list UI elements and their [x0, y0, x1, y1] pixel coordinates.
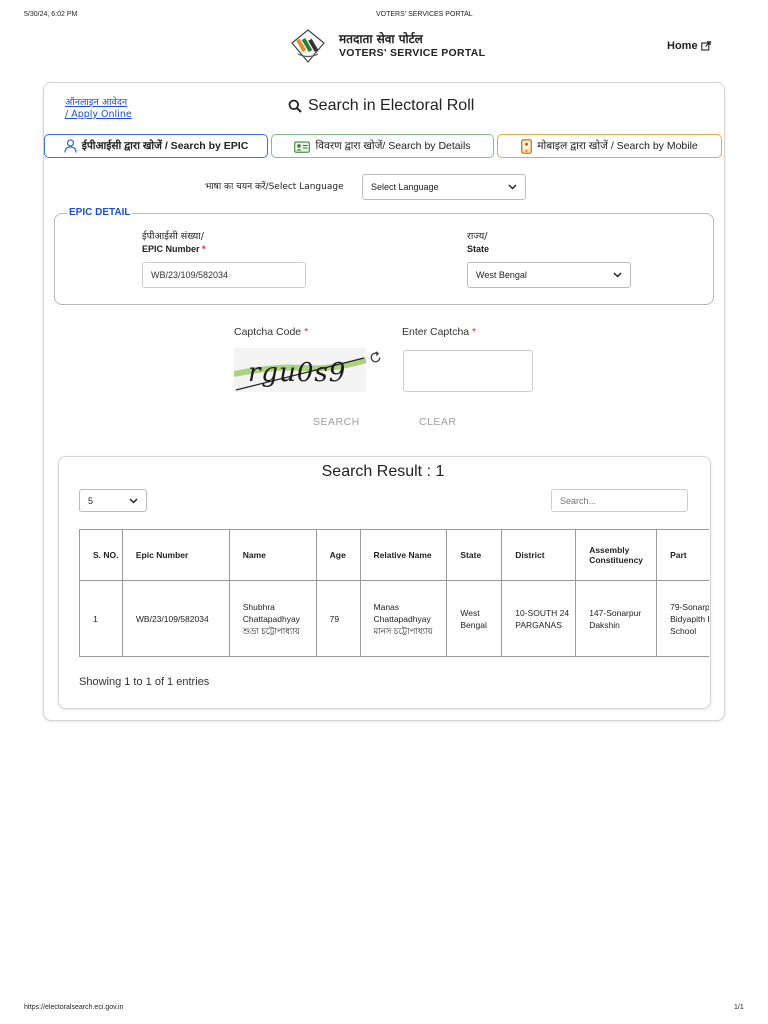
column-header[interactable]: Part — [656, 529, 709, 581]
results-table: S. NO. Epic Number Name Age Relative Nam… — [79, 529, 709, 657]
chevron-down-icon — [508, 184, 517, 190]
table-header-row: S. NO. Epic Number Name Age Relative Nam… — [79, 529, 709, 581]
column-header[interactable]: District — [501, 529, 577, 581]
search-result-title: Search Result : 1 — [321, 463, 445, 480]
state-select-value: West Bengal — [476, 270, 527, 280]
captcha-image: rgu0s9 — [234, 348, 366, 392]
language-select[interactable]: Select Language — [362, 174, 526, 200]
page-title-text: Search in Electoral Roll — [308, 97, 475, 114]
cell-district: 10-SOUTH 24 PARGANAS — [501, 580, 577, 657]
cell-name: Shubhra Chattapadhyay শুভ্রা চট্টোপাধ্যা… — [228, 580, 317, 657]
enter-captcha-label: Enter Captcha * — [402, 326, 477, 338]
print-title: VOTERS' SERVICES PORTAL — [376, 11, 473, 18]
tab-label: मोबाइल द्वारा खोजें / Search by Mobile — [537, 140, 698, 152]
tab-label: विवरण द्वारा खोजें/ Search by Details — [315, 140, 471, 152]
print-url: https://electoralsearch.eci.gov.in — [24, 1004, 124, 1011]
cell-epic-number: WB/23/109/582034 — [121, 580, 230, 657]
print-page-number: 1/1 — [734, 1004, 744, 1011]
column-header[interactable]: Epic Number — [121, 529, 230, 581]
column-header[interactable]: Name — [228, 529, 317, 581]
table-search-input[interactable] — [551, 489, 688, 512]
page-size-select[interactable]: 5 — [79, 489, 147, 512]
tab-label: ईपीआईसी द्वारा खोजें / Search by EPIC — [81, 140, 249, 152]
cell-relative-name: Manas Chattapadhyay মানস চট্টোপাধ্যায় — [359, 580, 448, 657]
brand-hindi: मतदाता सेवा पोर्टल — [339, 32, 423, 46]
column-header[interactable]: Relative Name — [359, 529, 448, 581]
home-link[interactable]: Home — [667, 40, 711, 52]
page-title: Search in Electoral Roll — [288, 97, 474, 115]
state-select[interactable]: West Bengal — [467, 262, 631, 288]
clear-button[interactable]: CLEAR — [419, 416, 457, 428]
chevron-down-icon — [613, 272, 622, 278]
brand-english: VOTERS' SERVICE PORTAL — [339, 47, 486, 59]
search-button[interactable]: SEARCH — [313, 416, 360, 428]
mobile-icon — [521, 138, 533, 154]
external-link-icon — [700, 41, 711, 51]
epic-number-input[interactable]: WB/23/109/582034 — [142, 262, 306, 288]
apply-online-link[interactable]: / Apply Online — [65, 109, 132, 120]
table-row: 1 WB/23/109/582034 Shubhra Chattapadhyay… — [79, 580, 709, 657]
epic-number-label-hindi: ईपीआईसी संख्या/ — [142, 231, 204, 242]
chevron-down-icon — [129, 497, 138, 504]
captcha-text: rgu0s9 — [248, 358, 346, 388]
captcha-code-label: Captcha Code * — [234, 326, 309, 338]
print-datetime: 5/30/24, 6:02 PM — [24, 11, 78, 18]
cell-age: 79 — [315, 580, 361, 657]
person-icon — [64, 139, 77, 153]
language-select-value: Select Language — [371, 182, 439, 192]
epic-detail-legend: EPIC DETAIL — [67, 207, 133, 218]
cell-part: 79-Sonarpur Bidyapith High School — [656, 580, 709, 657]
epic-detail-fieldset — [54, 213, 714, 305]
state-label: State — [467, 244, 490, 254]
id-card-icon — [294, 141, 311, 153]
epic-number-label: EPIC Number * — [142, 244, 206, 254]
refresh-captcha-icon[interactable] — [369, 351, 382, 364]
cell-state: West Bengal — [446, 580, 503, 657]
search-icon — [288, 99, 302, 113]
entries-info: Showing 1 to 1 of 1 entries — [79, 676, 210, 688]
home-label: Home — [667, 40, 698, 52]
column-header[interactable]: Assembly Constituency — [575, 529, 658, 581]
apply-online-hindi-link[interactable]: ऑनलाइन आवेदन — [65, 95, 127, 108]
language-label: भाषा का चयन करें/Select Language — [205, 182, 344, 192]
state-label-hindi: राज्य/ — [467, 231, 488, 242]
column-header[interactable]: Age — [315, 529, 361, 581]
cell-serial: 1 — [79, 580, 123, 657]
page-size-value: 5 — [88, 495, 94, 506]
column-header[interactable]: S. NO. — [79, 529, 123, 581]
column-header[interactable]: State — [446, 529, 503, 581]
eci-logo-icon — [291, 29, 325, 63]
results-table-wrapper: S. NO. Epic Number Name Age Relative Nam… — [79, 529, 709, 657]
captcha-input[interactable] — [403, 350, 533, 392]
tab-search-by-details[interactable]: विवरण द्वारा खोजें/ Search by Details — [271, 134, 494, 158]
tab-search-by-epic[interactable]: ईपीआईसी द्वारा खोजें / Search by EPIC — [44, 134, 268, 158]
tab-search-by-mobile[interactable]: मोबाइल द्वारा खोजें / Search by Mobile — [497, 134, 722, 158]
cell-assembly-constituency: 147-Sonarpur Dakshin — [575, 580, 658, 657]
